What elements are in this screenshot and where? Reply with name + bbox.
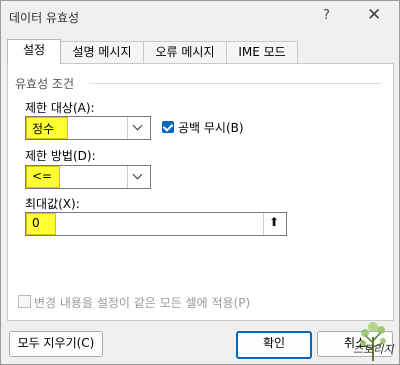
tab-settings[interactable]: 설정 [7,39,61,64]
ok-button[interactable]: 확인 [236,331,312,359]
chevron-down-icon[interactable] [127,166,150,188]
allow-combobox[interactable]: 정수 [25,116,151,140]
maximum-highlight [26,213,56,235]
ignore-blank-label: 공백 무시(B) [178,121,244,135]
tab-error-alert[interactable]: 오류 메시지 [143,41,227,63]
apply-all-label: 변경 내용을 설정이 같은 모든 셀에 적용(P) [34,296,251,310]
tab-input-message[interactable]: 설명 메시지 [60,41,144,63]
ignore-blank-checkbox[interactable] [162,121,174,133]
maximum-value: 0 [32,216,40,230]
group-divider [89,83,381,84]
allow-value: 정수 [32,122,55,136]
data-combobox[interactable]: <= [25,165,151,189]
close-icon[interactable]: ✕ [367,5,381,25]
data-value: <= [32,169,53,183]
dialog-title: 데이터 유효성 [9,11,80,25]
apply-all-checkbox[interactable] [18,295,31,308]
help-icon[interactable]: ? [323,8,330,23]
title-bar: 데이터 유효성 ? ✕ [1,1,399,33]
maximum-label: 최대값(X): [25,197,80,211]
chevron-down-icon[interactable] [127,117,150,139]
maximum-input[interactable]: 0 [25,212,287,236]
allow-label: 제한 대상(A): [25,101,95,115]
watermark-text: 스토리지 [353,343,394,356]
range-select-icon[interactable] [263,213,286,235]
tab-ime-mode[interactable]: IME 모드 [226,41,298,63]
data-label: 제한 방법(D): [25,149,96,163]
data-validation-dialog: 데이터 유효성 ? ✕ 설정 설명 메시지 오류 메시지 IME 모드 유효성 … [0,0,400,365]
clear-all-button[interactable]: 모두 지우기(C) [9,331,103,357]
validation-criteria-title: 유효성 조건 [15,77,75,91]
